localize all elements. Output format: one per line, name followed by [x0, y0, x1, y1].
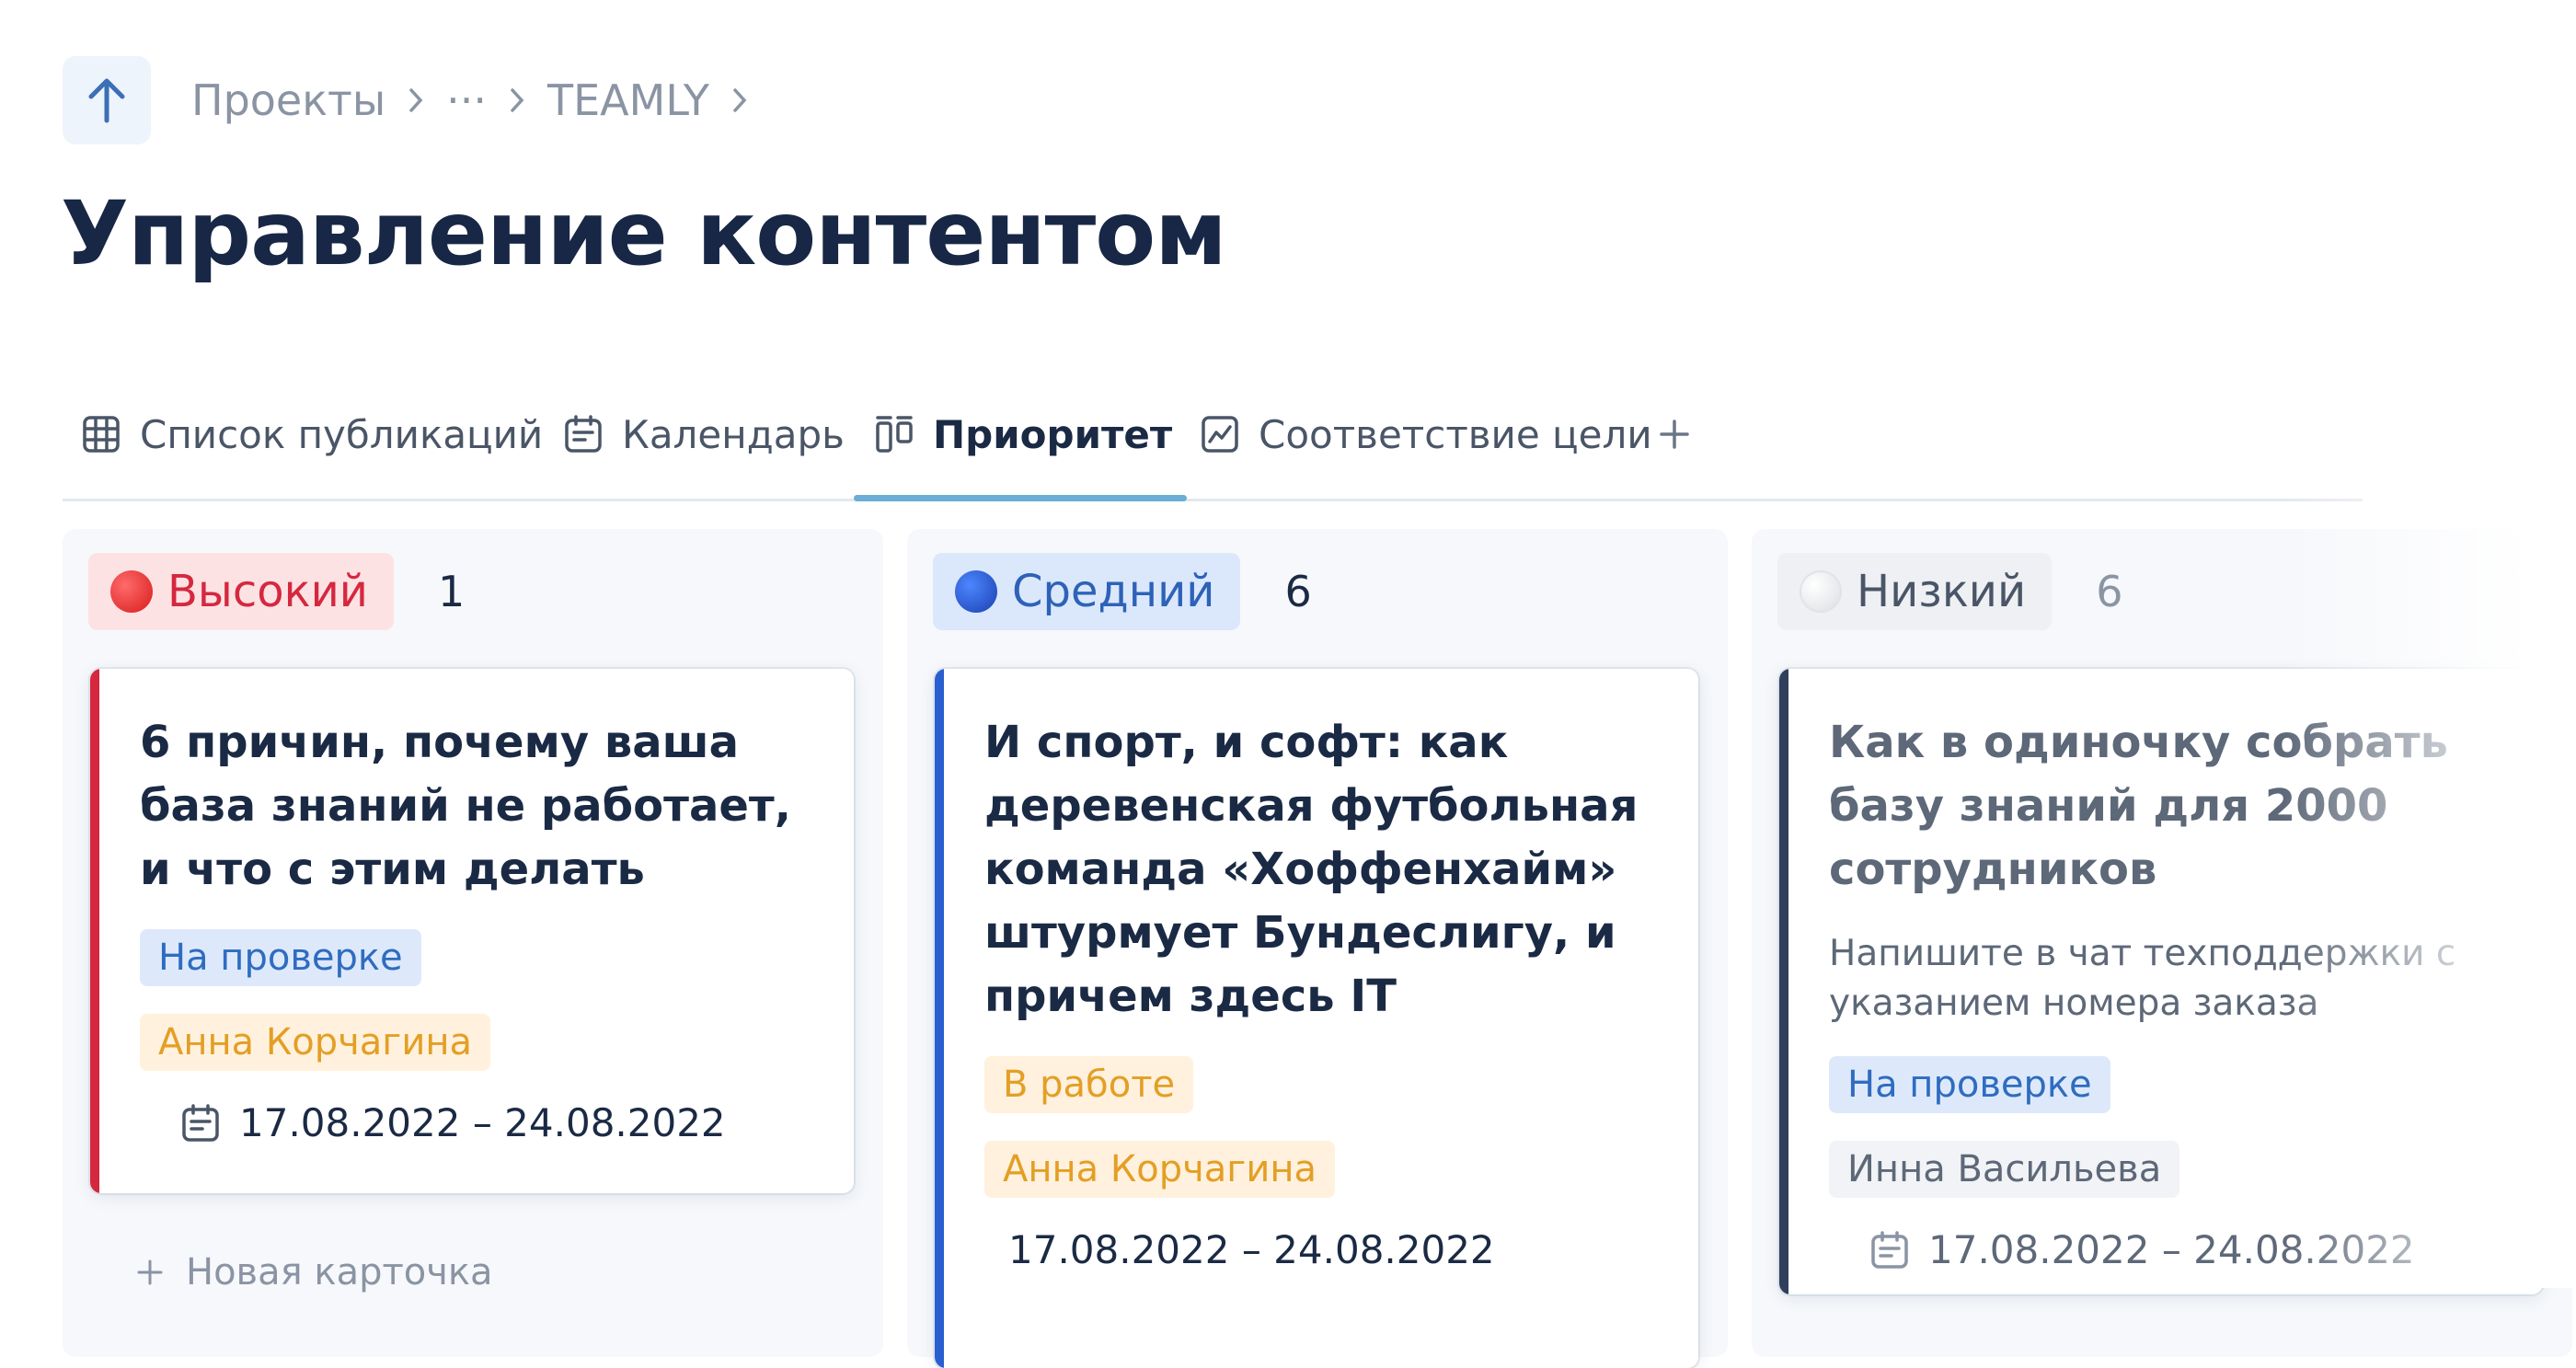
- column-high: Высокий 1 6 причин, почему ваша база зна…: [63, 529, 883, 1357]
- column-medium: Средний 6 И спорт, и софт: как деревенск…: [907, 529, 1728, 1368]
- chevron-right-icon: [408, 86, 424, 114]
- card-description: Напишите в чат техподдержки с указанием …: [1829, 933, 2456, 1024]
- card-dates: 17.08.2022 – 24.08.2022: [180, 1100, 854, 1145]
- breadcrumb-item-ellipsis[interactable]: ···: [446, 75, 487, 125]
- badge-label: Высокий: [167, 566, 368, 617]
- plus-icon: [1660, 420, 1689, 449]
- blue-circle-icon: [955, 570, 997, 613]
- tab-publication-list[interactable]: Список публикаций: [81, 370, 543, 499]
- card-count: 1: [437, 567, 466, 616]
- badge-label: Средний: [1012, 566, 1215, 617]
- tab-priority[interactable]: Приоритет: [853, 370, 1188, 501]
- kanban-card[interactable]: 6 причин, почему ваша база знаний не раб…: [90, 669, 854, 1193]
- priority-badge-high[interactable]: Высокий: [88, 553, 394, 630]
- kanban-card[interactable]: Как в одиночку собрать базу знаний для 2…: [1779, 669, 2543, 1294]
- priority-badge-low[interactable]: Низкий: [1777, 553, 2053, 630]
- calendar-icon: [182, 1103, 219, 1142]
- tab-goal-alignment[interactable]: Соответствие цели: [1200, 370, 1652, 499]
- status-tag: На проверке: [1829, 1056, 2110, 1113]
- add-view-button[interactable]: [1658, 370, 1691, 499]
- priority-stripe: [1779, 669, 1788, 1294]
- chevron-right-icon: [509, 86, 525, 114]
- card-count: 6: [1284, 567, 1312, 616]
- column-low: Низкий 6 Как в одиночку собрать базу зна…: [1752, 529, 2572, 1357]
- date-range: 17.08.2022 – 24.08.2022: [1008, 1227, 1495, 1272]
- priority-badge-medium[interactable]: Средний: [933, 553, 1241, 630]
- card-dates: 17.08.2022 – 24.08.2022: [1008, 1227, 1698, 1272]
- badge-label: Низкий: [1857, 566, 2027, 617]
- navigate-up-button[interactable]: [63, 56, 151, 144]
- breadcrumb-item-projects[interactable]: Проекты: [191, 75, 385, 125]
- assignee-tag: Анна Корчагина: [140, 1014, 490, 1071]
- tab-calendar[interactable]: Календарь: [563, 370, 845, 499]
- assignee-tag: Анна Корчагина: [984, 1141, 1335, 1198]
- red-circle-icon: [110, 570, 153, 613]
- kanban-card[interactable]: И спорт, и софт: как деревенская футболь…: [935, 669, 1698, 1368]
- card-title: И спорт, и софт: как деревенская футболь…: [984, 717, 1639, 1022]
- tab-label: Приоритет: [933, 411, 1173, 457]
- assignee-tag: Инна Васильева: [1829, 1141, 2180, 1198]
- status-tag: На проверке: [140, 929, 421, 986]
- priority-stripe: [935, 669, 944, 1368]
- chevron-right-icon: [731, 86, 748, 114]
- card-dates: 17.08.2022 – 24.08.2022: [1869, 1227, 2543, 1272]
- arrow-up-icon: [88, 78, 125, 123]
- card-title: Как в одиночку собрать базу знаний для 2…: [1829, 717, 2448, 895]
- column-header: Средний 6: [933, 553, 1312, 630]
- breadcrumb-item-teamly[interactable]: TEAMLY: [547, 75, 709, 125]
- plus-icon: [137, 1259, 163, 1285]
- date-range: 17.08.2022 – 24.08.2022: [1928, 1227, 2415, 1272]
- priority-stripe: [90, 669, 99, 1193]
- new-card-button[interactable]: Новая карточка: [136, 1251, 493, 1293]
- table-grid-icon: [83, 416, 120, 453]
- tab-label: Список публикаций: [140, 411, 544, 457]
- view-tabs: Список публикаций Календарь Приоритет Со…: [63, 370, 2363, 501]
- new-card-label: Новая карточка: [186, 1251, 493, 1293]
- white-circle-icon: [1800, 570, 1842, 613]
- date-range: 17.08.2022 – 24.08.2022: [239, 1100, 726, 1145]
- card-count: 6: [2096, 567, 2123, 616]
- column-header: Низкий 6: [1777, 553, 2122, 630]
- line-chart-icon: [1202, 416, 1238, 453]
- tab-label: Календарь: [622, 411, 845, 457]
- status-tag: В работе: [984, 1056, 1194, 1113]
- column-header: Высокий 1: [88, 553, 465, 630]
- page-title: Управление контентом: [61, 182, 1227, 285]
- card-title: 6 причин, почему ваша база знаний не раб…: [140, 717, 791, 895]
- breadcrumb: Проекты ··· TEAMLY: [63, 56, 770, 144]
- calendar-icon: [1871, 1230, 1908, 1269]
- calendar-icon: [565, 415, 602, 453]
- kanban-icon: [876, 416, 913, 453]
- tab-label: Соответствие цели: [1259, 411, 1652, 457]
